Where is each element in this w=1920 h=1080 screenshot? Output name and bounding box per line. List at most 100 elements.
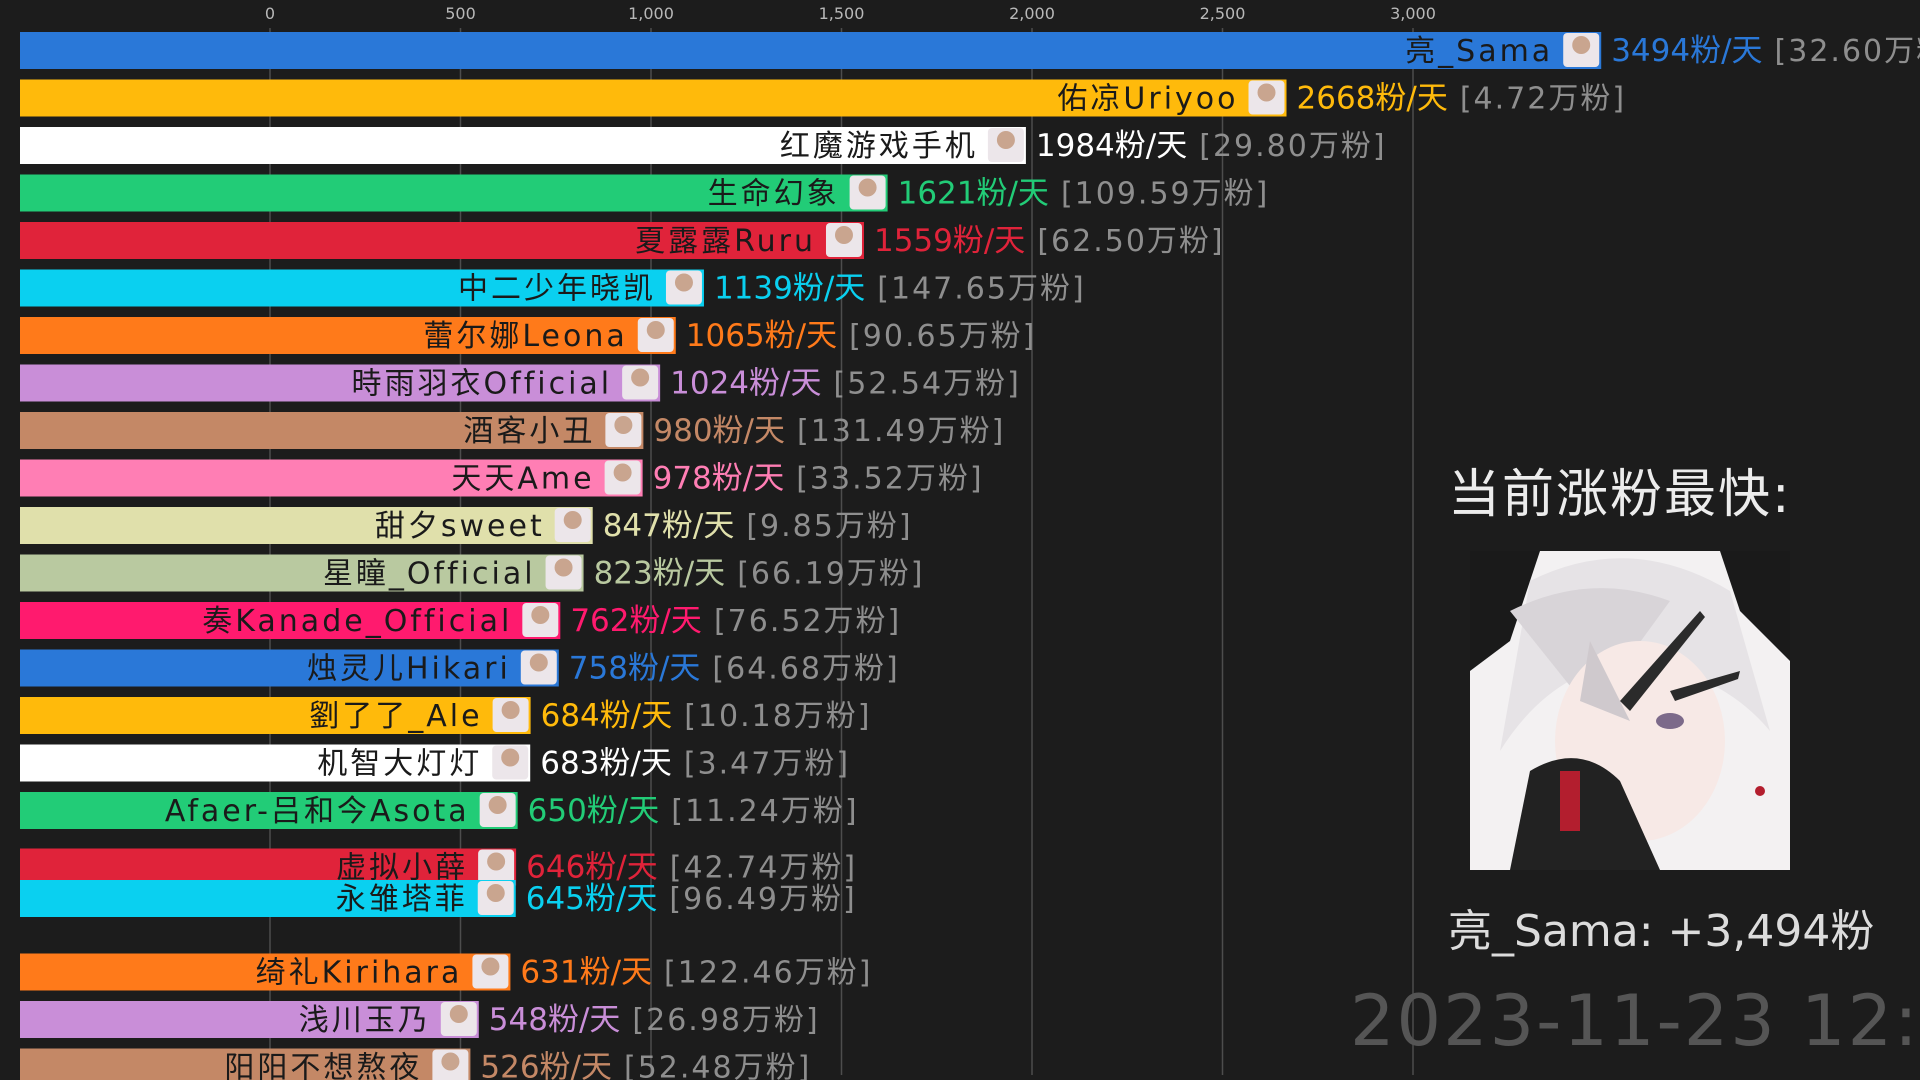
x-tick-label: 3,000 bbox=[1390, 4, 1436, 23]
bar-total-label: [26.98万粉] bbox=[632, 1003, 819, 1038]
x-tick-label: 0 bbox=[265, 4, 275, 23]
bar-value-label: 1621粉/天 bbox=[898, 176, 1049, 212]
bar-row: 天天Ame 978粉/天 [33.52万粉] bbox=[20, 459, 982, 497]
bar-total-label: [32.60万粉] bbox=[1775, 34, 1920, 69]
bar-avatar-face bbox=[1572, 36, 1591, 54]
bar-total-label: [4.72万粉] bbox=[1460, 82, 1626, 117]
bar-value-label: 762粉/天 bbox=[570, 603, 702, 639]
bar-name-label: 佑凉Uriyoo bbox=[1057, 82, 1238, 117]
bar-value-label: 683粉/天 bbox=[540, 746, 672, 782]
x-tick-label: 2,500 bbox=[1200, 4, 1246, 23]
bar-name-label: 蕾尔娜Leona bbox=[423, 319, 627, 354]
bar-name-label: 浅川玉乃 bbox=[299, 1003, 431, 1038]
bar-value-label: 1065粉/天 bbox=[686, 318, 837, 354]
x-tick-label: 1,000 bbox=[628, 4, 674, 23]
tick-layer: 0 500 1,000 1,500 2,000 2,500 3,000 bbox=[265, 4, 1436, 23]
bar-name-label: 酒客小丑 bbox=[463, 414, 595, 449]
bar-row: 劉了了_Ale 684粉/天 [10.18万粉] bbox=[20, 697, 870, 734]
x-tick-label: 500 bbox=[445, 4, 476, 23]
top-avatar-image bbox=[1470, 551, 1790, 870]
bar-total-label: [9.85万粉] bbox=[746, 509, 912, 544]
bar-name-label: 星瞳_Official bbox=[323, 557, 536, 592]
bar-value-label: 526粉/天 bbox=[480, 1050, 612, 1080]
bar-total-label: [62.50万粉] bbox=[1037, 224, 1224, 259]
bar-total-label: [131.49万粉] bbox=[797, 414, 1005, 449]
bar-row: 浅川玉乃 548粉/天 [26.98万粉] bbox=[20, 1001, 819, 1038]
bar-avatar-face bbox=[488, 796, 507, 814]
bar-total-label: [11.24万粉] bbox=[671, 794, 858, 829]
bar-name-label: 劉了了_Ale bbox=[309, 699, 482, 734]
bar-row: 机智大灯灯 683粉/天 [3.47万粉] bbox=[20, 744, 850, 782]
bar-avatar-face bbox=[646, 321, 665, 339]
bar-row: 星瞳_Official 823粉/天 [66.19万粉] bbox=[20, 554, 924, 592]
bar-avatar-face bbox=[563, 511, 582, 529]
bar-value-label: 1024粉/天 bbox=[670, 366, 821, 402]
bar-value-label: 823粉/天 bbox=[594, 556, 726, 592]
bar-total-label: [90.65万粉] bbox=[849, 319, 1036, 354]
bar-value-label: 1139粉/天 bbox=[714, 271, 865, 307]
bar-total-label: [122.46万粉] bbox=[664, 956, 872, 991]
bar-row: 時雨羽衣Official 1024粉/天 [52.54万粉] bbox=[20, 364, 1020, 402]
bar-avatar-face bbox=[441, 1052, 460, 1071]
bar-value-label: 847粉/天 bbox=[603, 508, 735, 544]
bar-name-label: 甜夕sweet bbox=[375, 509, 545, 544]
bar-name-label: 奏Kanade_Official bbox=[202, 604, 512, 639]
bar-name-label: 中二少年晓凯 bbox=[458, 272, 656, 307]
timeline-date: 2023-11-23 12:00 bbox=[1350, 980, 1920, 1062]
bar-total-label: [3.47万粉] bbox=[684, 747, 850, 782]
bar-row: 绮礼Kirihara 631粉/天 [122.46万粉] bbox=[20, 953, 872, 991]
bar-name-label: 夏露露Ruru bbox=[635, 224, 816, 259]
bar-name-label: Afaer-吕和今Asota bbox=[165, 794, 470, 829]
bar-row: 酒客小丑 980粉/天 [131.49万粉] bbox=[20, 412, 1005, 449]
bar-name-label: 绮礼Kirihara bbox=[256, 956, 463, 991]
bar bbox=[20, 32, 1602, 69]
bar-row: 虚拟小薛 646粉/天 [42.74万粉] bbox=[20, 848, 855, 886]
bar-value-label: 1559粉/天 bbox=[874, 223, 1025, 259]
bar-row: 甜夕sweet 847粉/天 [9.85万粉] bbox=[20, 507, 912, 544]
bar-total-label: [109.59万粉] bbox=[1061, 177, 1269, 212]
bar-total-label: [96.49万粉] bbox=[669, 882, 856, 917]
bar-avatar-face bbox=[613, 463, 632, 482]
x-tick-label: 1,500 bbox=[819, 4, 865, 23]
bar-avatar-face bbox=[554, 558, 573, 577]
bar-row: 蕾尔娜Leona 1065粉/天 [90.65万粉] bbox=[20, 317, 1036, 354]
bar-row: 红魔游戏手机 1984粉/天 [29.80万粉] bbox=[20, 127, 1385, 164]
bar-avatar-face bbox=[501, 748, 520, 767]
fastest-growth-caption: 亮_Sama: +3,494粉 bbox=[1448, 906, 1875, 957]
bar-avatar-face bbox=[996, 131, 1015, 149]
bar-row: 中二少年晓凯 1139粉/天 [147.65万粉] bbox=[20, 269, 1085, 307]
bar-row: 亮_Sama 3494粉/天 [32.60万粉] bbox=[20, 32, 1920, 69]
bar-name-label: 机智大灯灯 bbox=[317, 747, 482, 782]
bar-avatar-face bbox=[1257, 83, 1276, 102]
bar-total-label: [147.65万粉] bbox=[877, 272, 1085, 307]
bar-name-label: 天天Ame bbox=[451, 462, 594, 497]
bar-value-label: 645粉/天 bbox=[526, 881, 658, 917]
bar-avatar-face bbox=[487, 852, 506, 871]
bar-name-label: 阳阳不想熬夜 bbox=[224, 1051, 422, 1080]
bar-value-label: 3494粉/天 bbox=[1611, 33, 1762, 69]
bar-value-label: 980粉/天 bbox=[653, 413, 785, 449]
bar-total-label: [76.52万粉] bbox=[714, 604, 901, 639]
fastest-growth-title: 当前涨粉最快: bbox=[1448, 465, 1792, 525]
bar-value-label: 1984粉/天 bbox=[1036, 128, 1187, 164]
bar-avatar-face bbox=[501, 701, 520, 719]
bar-avatar-face bbox=[614, 416, 633, 434]
bar-avatar-face bbox=[834, 226, 853, 244]
bar-value-label: 684粉/天 bbox=[541, 698, 673, 734]
bar-row: 夏露露Ruru 1559粉/天 [62.50万粉] bbox=[20, 222, 1224, 259]
x-tick-label: 2,000 bbox=[1009, 4, 1055, 23]
bar-name-label: 生命幻象 bbox=[708, 177, 840, 212]
bar-name-label: 永雏塔菲 bbox=[336, 882, 468, 917]
bar-row: 奏Kanade_Official 762粉/天 [76.52万粉] bbox=[20, 602, 901, 639]
bar-value-label: 978粉/天 bbox=[653, 461, 785, 497]
bar-value-label: 631粉/天 bbox=[520, 955, 652, 991]
bar-total-label: [66.19万粉] bbox=[737, 557, 924, 592]
bar-name-label: 時雨羽衣Official bbox=[352, 367, 613, 402]
bar-avatar-face bbox=[481, 957, 500, 976]
bar-total-label: [52.54万粉] bbox=[833, 367, 1020, 402]
bar-total-label: [64.68万粉] bbox=[712, 652, 899, 687]
bar-row: 烛灵儿Hikari 758粉/天 [64.68万粉] bbox=[20, 649, 899, 687]
bar-total-label: [52.48万粉] bbox=[624, 1051, 811, 1080]
bar-avatar-face bbox=[674, 273, 693, 292]
bar-name-label: 烛灵儿Hikari bbox=[307, 652, 511, 687]
